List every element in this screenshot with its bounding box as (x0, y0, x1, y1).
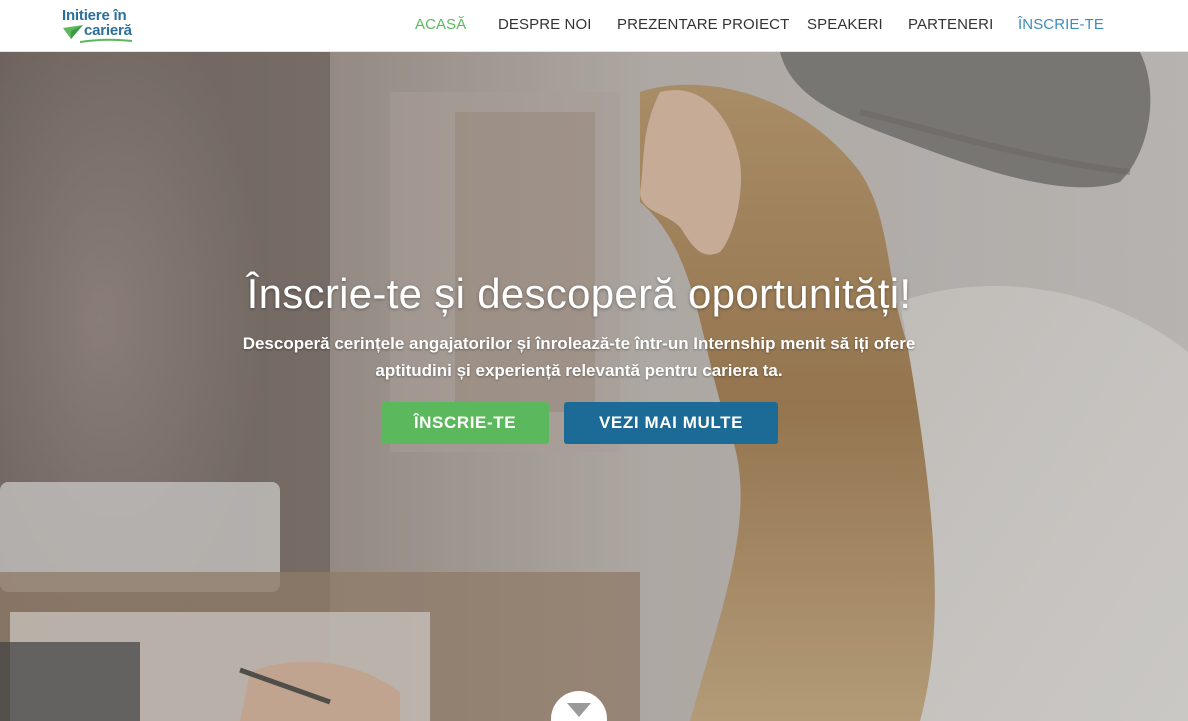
nav-item-parteneri[interactable]: PARTENERI (908, 16, 993, 33)
hero-subtitle-line1: Descoperă cerințele angajatorilor și înr… (242, 334, 916, 353)
nav-item-acasa[interactable]: ACASĂ (415, 16, 466, 33)
nav-item-inscrie-te[interactable]: ÎNSCRIE-TE (1018, 16, 1104, 33)
hero-section: Înscrie-te și descoperă oportunități! De… (0, 52, 1188, 721)
paper-plane-icon (63, 25, 83, 39)
nav-item-prezentare-proiect[interactable]: PREZENTARE PROIECT (617, 16, 789, 33)
signup-button[interactable]: ÎNSCRIE-TE (381, 402, 549, 444)
logo[interactable]: Initiere în carieră (60, 6, 135, 46)
nav-item-speakeri[interactable]: SPEAKERI (807, 16, 883, 33)
nav-item-despre-noi[interactable]: DESPRE NOI (498, 16, 592, 33)
hero-overlay (0, 52, 1188, 721)
hero-subtitle: Descoperă cerințele angajatorilor și înr… (240, 330, 918, 384)
navbar: Initiere în carieră ACASĂ DESPRE NOI PRE… (0, 0, 1188, 52)
swoosh-icon (80, 38, 132, 43)
see-more-button[interactable]: VEZI MAI MULTE (564, 402, 778, 444)
chevron-down-icon (567, 703, 591, 717)
logo-text-line2: carieră (84, 22, 132, 39)
hero-subtitle-line2: aptitudini și experiență relevantă pentr… (375, 361, 783, 380)
hero-title: Înscrie-te și descoperă oportunități! (246, 270, 912, 317)
